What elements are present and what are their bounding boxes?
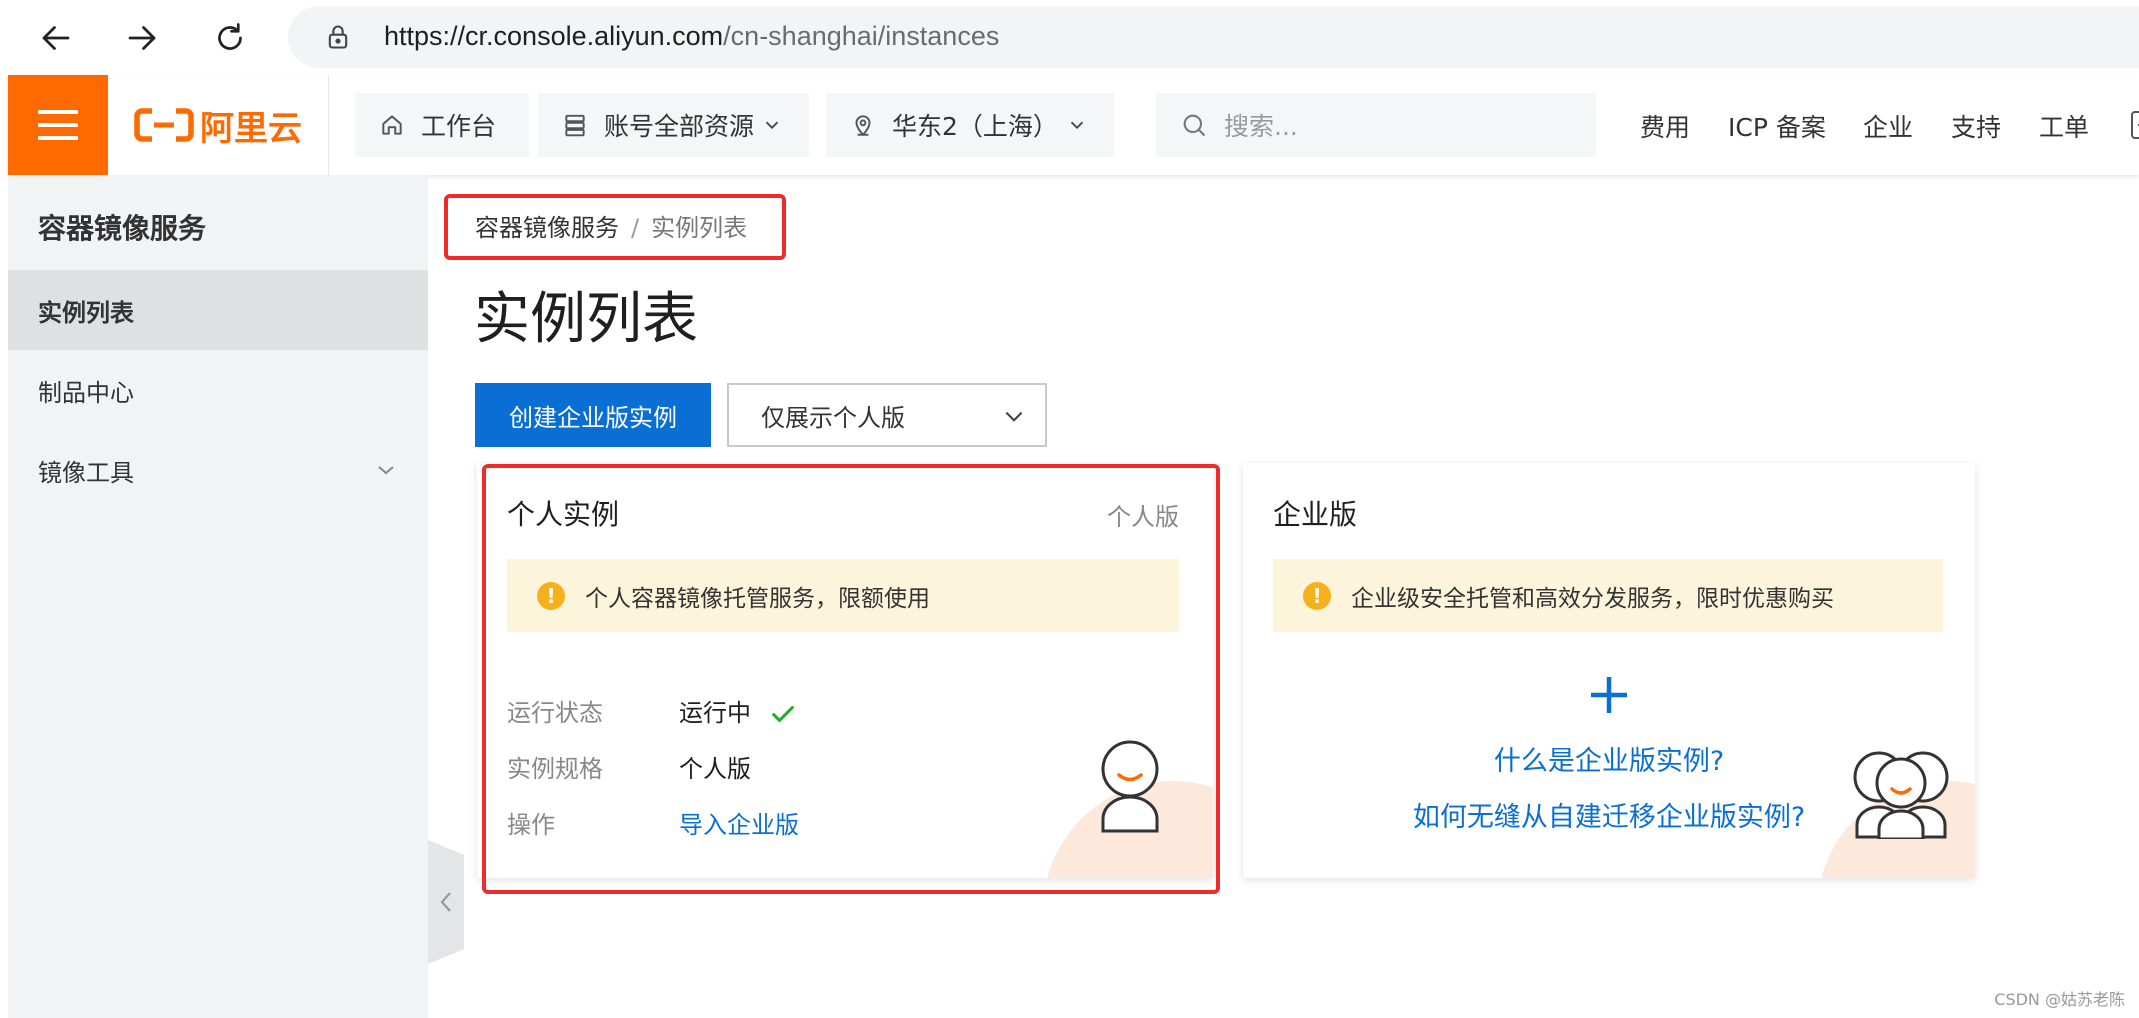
create-enterprise-instance-button[interactable]: 创建企业版实例 [475, 383, 711, 447]
search-icon [1183, 114, 1206, 137]
sidebar: 容器镜像服务 实例列表 制品中心 镜像工具 [8, 175, 428, 1018]
chevron-down-icon [1070, 121, 1084, 130]
team-avatar-icon [1853, 751, 1949, 839]
location-pin-icon [855, 115, 871, 137]
plus-icon[interactable] [1587, 673, 1631, 717]
lock-icon [328, 25, 348, 49]
chevron-down-icon [378, 466, 394, 475]
chevron-left-icon [440, 892, 451, 912]
aliyun-logo[interactable]: 阿里云 [134, 103, 302, 149]
sidebar-item-label: 实例列表 [38, 298, 134, 327]
forward-icon[interactable] [118, 14, 166, 62]
sidebar-item-instances[interactable]: 实例列表 [8, 270, 428, 350]
card-title: 企业版 [1273, 498, 1358, 531]
sidebar-title: 容器镜像服务 [38, 212, 207, 245]
console-topbar: 阿里云 工作台 账号全部资源 华东2（上海） 搜索... 费用 ICP 备案 企… [8, 75, 2139, 175]
sidebar-collapse-button[interactable] [428, 840, 464, 964]
reload-icon[interactable] [206, 14, 254, 62]
search-input[interactable]: 搜索... [1156, 93, 1596, 157]
highlight-box-breadcrumb [444, 194, 786, 260]
browser-toolbar: https://cr.console.aliyun.com/cn-shangha… [0, 0, 2139, 75]
resource-stack-icon [565, 114, 585, 137]
resources-dropdown[interactable]: 账号全部资源 [538, 93, 809, 157]
topbar-link-icp[interactable]: ICP 备案 [1728, 108, 1826, 144]
notice-banner: ! 企业级安全托管和高效分发服务，限时优惠购买 [1273, 559, 1943, 632]
topbar-divider [328, 75, 329, 175]
workbench-label: 工作台 [421, 112, 497, 141]
page-title: 实例列表 [474, 287, 698, 352]
chevron-down-icon [765, 121, 779, 130]
url-text: https://cr.console.aliyun.com/cn-shangha… [384, 21, 1000, 51]
watermark: CSDN @姑苏老陈 [1994, 990, 2125, 1009]
region-dropdown[interactable]: 华东2（上海） [826, 93, 1114, 157]
topbar-link-billing[interactable]: 费用 [1640, 108, 1690, 144]
sidebar-item-image-tools[interactable]: 镜像工具 [8, 430, 428, 510]
edition-filter-select[interactable]: 仅展示个人版 [727, 383, 1047, 447]
topbar-link-ticket[interactable]: 工单 [2039, 108, 2089, 144]
chevron-down-icon [1005, 411, 1023, 422]
notice-text: 企业级安全托管和高效分发服务，限时优惠购买 [1351, 585, 1834, 612]
aliyun-logo-icon [134, 108, 194, 142]
warning-icon: ! [1303, 581, 1331, 610]
highlight-box-personal-card [482, 464, 1220, 894]
logo-text: 阿里云 [200, 108, 302, 149]
edition-filter-value: 仅展示个人版 [761, 403, 905, 432]
region-label: 华东2（上海） [892, 112, 1058, 141]
workbench-button[interactable]: 工作台 [355, 93, 529, 157]
enterprise-card[interactable]: 企业版 ! 企业级安全托管和高效分发服务，限时优惠购买 什么是企业版实例? 如何… [1243, 463, 1975, 878]
sidebar-item-artifact-center[interactable]: 制品中心 [8, 350, 428, 430]
sidebar-item-label: 制品中心 [38, 378, 134, 407]
address-bar[interactable]: https://cr.console.aliyun.com/cn-shangha… [288, 6, 2139, 68]
hamburger-menu-button[interactable] [8, 75, 108, 175]
back-icon[interactable] [32, 14, 80, 62]
search-placeholder: 搜索... [1224, 112, 1298, 141]
sidebar-item-label: 镜像工具 [38, 458, 134, 487]
topbar-link-support[interactable]: 支持 [1951, 108, 2001, 144]
topbar-link-enterprise[interactable]: 企业 [1863, 108, 1913, 144]
home-icon [382, 115, 402, 135]
user-settings-icon[interactable] [2124, 109, 2139, 141]
resources-label: 账号全部资源 [604, 112, 755, 141]
